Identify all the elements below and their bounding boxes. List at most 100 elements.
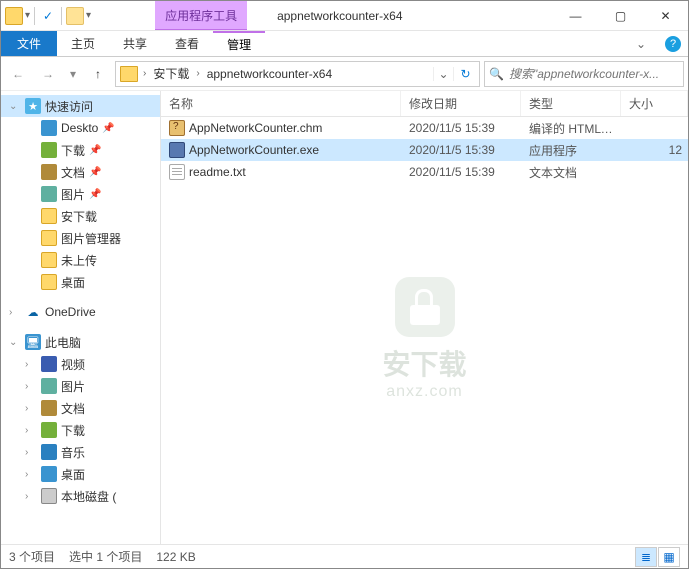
tree-this-pc[interactable]: ⌄ 🖥 此电脑 bbox=[1, 331, 160, 353]
tree-label: 未上传 bbox=[61, 252, 97, 269]
tree-item[interactable]: › 桌面 bbox=[1, 463, 160, 485]
cloud-icon: ☁ bbox=[25, 304, 41, 320]
tree-item[interactable]: 图片管理器 bbox=[1, 227, 160, 249]
file-type: 文本文档 bbox=[521, 164, 621, 181]
minimize-button[interactable]: — bbox=[553, 1, 598, 30]
expand-icon[interactable]: › bbox=[25, 359, 37, 370]
app-icon[interactable] bbox=[5, 7, 23, 25]
chevron-right-icon[interactable]: › bbox=[193, 68, 202, 79]
folder-icon bbox=[41, 120, 57, 136]
col-size[interactable]: 大小 bbox=[621, 91, 688, 116]
tree-item[interactable]: › 音乐 bbox=[1, 441, 160, 463]
qat-dropdown-icon[interactable]: ▾ bbox=[25, 10, 30, 21]
status-count: 3 个项目 bbox=[9, 548, 55, 565]
pin-icon: 📌 bbox=[102, 123, 114, 134]
navigation-tree[interactable]: ⌄ ★ 快速访问 Deskto 📌 下载 📌 文档 📌 图片 📌 安下载 图片管… bbox=[1, 91, 161, 544]
col-name[interactable]: 名称 bbox=[161, 91, 401, 116]
tab-share[interactable]: 共享 bbox=[109, 31, 161, 56]
col-type[interactable]: 类型 bbox=[521, 91, 621, 116]
collapse-icon[interactable]: ⌄ bbox=[9, 101, 21, 112]
pin-icon: 📌 bbox=[89, 189, 101, 200]
pin-icon: 📌 bbox=[89, 145, 101, 156]
help-button[interactable]: ? bbox=[658, 31, 688, 56]
file-name: AppNetworkCounter.chm bbox=[189, 121, 322, 135]
forward-button[interactable]: → bbox=[35, 61, 61, 87]
tree-item[interactable]: 未上传 bbox=[1, 249, 160, 271]
file-row[interactable]: readme.txt 2020/11/5 15:39 文本文档 bbox=[161, 161, 688, 183]
tab-home[interactable]: 主页 bbox=[57, 31, 109, 56]
expand-icon[interactable]: › bbox=[25, 381, 37, 392]
file-date: 2020/11/5 15:39 bbox=[401, 165, 521, 179]
expand-icon[interactable]: › bbox=[25, 403, 37, 414]
up-button[interactable]: ↑ bbox=[85, 61, 111, 87]
expand-icon[interactable]: › bbox=[25, 425, 37, 436]
tree-quick-access[interactable]: ⌄ ★ 快速访问 bbox=[1, 95, 160, 117]
context-tool-header: 应用程序工具 bbox=[155, 1, 247, 30]
qat-customize-icon[interactable]: ▾ bbox=[86, 10, 91, 21]
maximize-button[interactable]: ▢ bbox=[598, 1, 643, 30]
tree-label: 下载 bbox=[61, 422, 85, 439]
tree-label: 安下载 bbox=[61, 208, 97, 225]
title-bar: ▾ ✓ ▾ 应用程序工具 appnetworkcounter-x64 — ▢ ✕ bbox=[1, 1, 688, 31]
expand-icon[interactable]: › bbox=[25, 491, 37, 502]
address-dropdown-icon[interactable]: ⌄ bbox=[433, 67, 453, 81]
file-date: 2020/11/5 15:39 bbox=[401, 143, 521, 157]
tree-item[interactable]: › 下载 bbox=[1, 419, 160, 441]
tree-label: 桌面 bbox=[61, 274, 85, 291]
breadcrumb[interactable]: 安下载 bbox=[149, 65, 193, 82]
tree-item[interactable]: 图片 📌 bbox=[1, 183, 160, 205]
tree-label: 图片 bbox=[61, 186, 85, 203]
address-bar-row: ← → ▾ ↑ › 安下载 › appnetworkcounter-x64 ⌄ … bbox=[1, 57, 688, 91]
tree-item[interactable]: 桌面 bbox=[1, 271, 160, 293]
qat-properties-icon[interactable]: ✓ bbox=[39, 7, 57, 25]
expand-icon[interactable]: › bbox=[9, 307, 21, 318]
view-icons-button[interactable]: ▦ bbox=[658, 547, 680, 567]
folder-icon bbox=[41, 208, 57, 224]
refresh-button[interactable]: ↻ bbox=[453, 67, 477, 81]
tab-manage[interactable]: 管理 bbox=[213, 31, 265, 56]
tree-onedrive[interactable]: › ☁ OneDrive bbox=[1, 301, 160, 323]
file-name: readme.txt bbox=[189, 165, 246, 179]
tab-view[interactable]: 查看 bbox=[161, 31, 213, 56]
search-input[interactable] bbox=[509, 67, 679, 81]
folder-icon bbox=[41, 488, 57, 504]
ribbon-tabs: 文件 主页 共享 查看 管理 ⌄ ? bbox=[1, 31, 688, 57]
file-tab[interactable]: 文件 bbox=[1, 31, 57, 56]
tree-item[interactable]: › 文档 bbox=[1, 397, 160, 419]
tree-item[interactable]: › 本地磁盘 ( bbox=[1, 485, 160, 507]
file-rows[interactable]: 安下载 anxz.com AppNetworkCounter.chm 2020/… bbox=[161, 117, 688, 544]
chevron-right-icon[interactable]: › bbox=[140, 68, 149, 79]
qat-newfolder-icon[interactable] bbox=[66, 7, 84, 25]
tree-item[interactable]: 安下载 bbox=[1, 205, 160, 227]
tree-label: 桌面 bbox=[61, 466, 85, 483]
col-date[interactable]: 修改日期 bbox=[401, 91, 521, 116]
tree-item[interactable]: 下载 📌 bbox=[1, 139, 160, 161]
history-dropdown-icon[interactable]: ▾ bbox=[65, 61, 81, 87]
file-size: 12 bbox=[621, 143, 688, 157]
tree-item[interactable]: › 视频 bbox=[1, 353, 160, 375]
tree-item[interactable]: Deskto 📌 bbox=[1, 117, 160, 139]
collapse-icon[interactable]: ⌄ bbox=[9, 337, 21, 348]
location-icon bbox=[120, 66, 138, 82]
folder-icon bbox=[41, 142, 57, 158]
window-title: appnetworkcounter-x64 bbox=[247, 1, 553, 30]
status-selection: 选中 1 个项目 bbox=[69, 548, 142, 565]
file-row[interactable]: AppNetworkCounter.exe 2020/11/5 15:39 应用… bbox=[161, 139, 688, 161]
address-bar[interactable]: › 安下载 › appnetworkcounter-x64 ⌄ ↻ bbox=[115, 61, 480, 87]
expand-icon[interactable]: › bbox=[25, 447, 37, 458]
breadcrumb[interactable]: appnetworkcounter-x64 bbox=[203, 67, 336, 81]
search-box[interactable]: 🔍 bbox=[484, 61, 684, 87]
file-list: 名称 修改日期 类型 大小 安下载 anxz.com AppNetworkCou… bbox=[161, 91, 688, 544]
file-row[interactable]: AppNetworkCounter.chm 2020/11/5 15:39 编译… bbox=[161, 117, 688, 139]
lock-icon bbox=[394, 277, 454, 337]
status-size: 122 KB bbox=[156, 550, 195, 564]
tree-item[interactable]: 文档 📌 bbox=[1, 161, 160, 183]
star-icon: ★ bbox=[25, 98, 41, 114]
back-button[interactable]: ← bbox=[5, 61, 31, 87]
expand-icon[interactable]: › bbox=[25, 469, 37, 480]
folder-icon bbox=[41, 164, 57, 180]
tree-item[interactable]: › 图片 bbox=[1, 375, 160, 397]
view-details-button[interactable]: ≣ bbox=[635, 547, 657, 567]
expand-ribbon-icon[interactable]: ⌄ bbox=[624, 31, 658, 56]
close-button[interactable]: ✕ bbox=[643, 1, 688, 30]
